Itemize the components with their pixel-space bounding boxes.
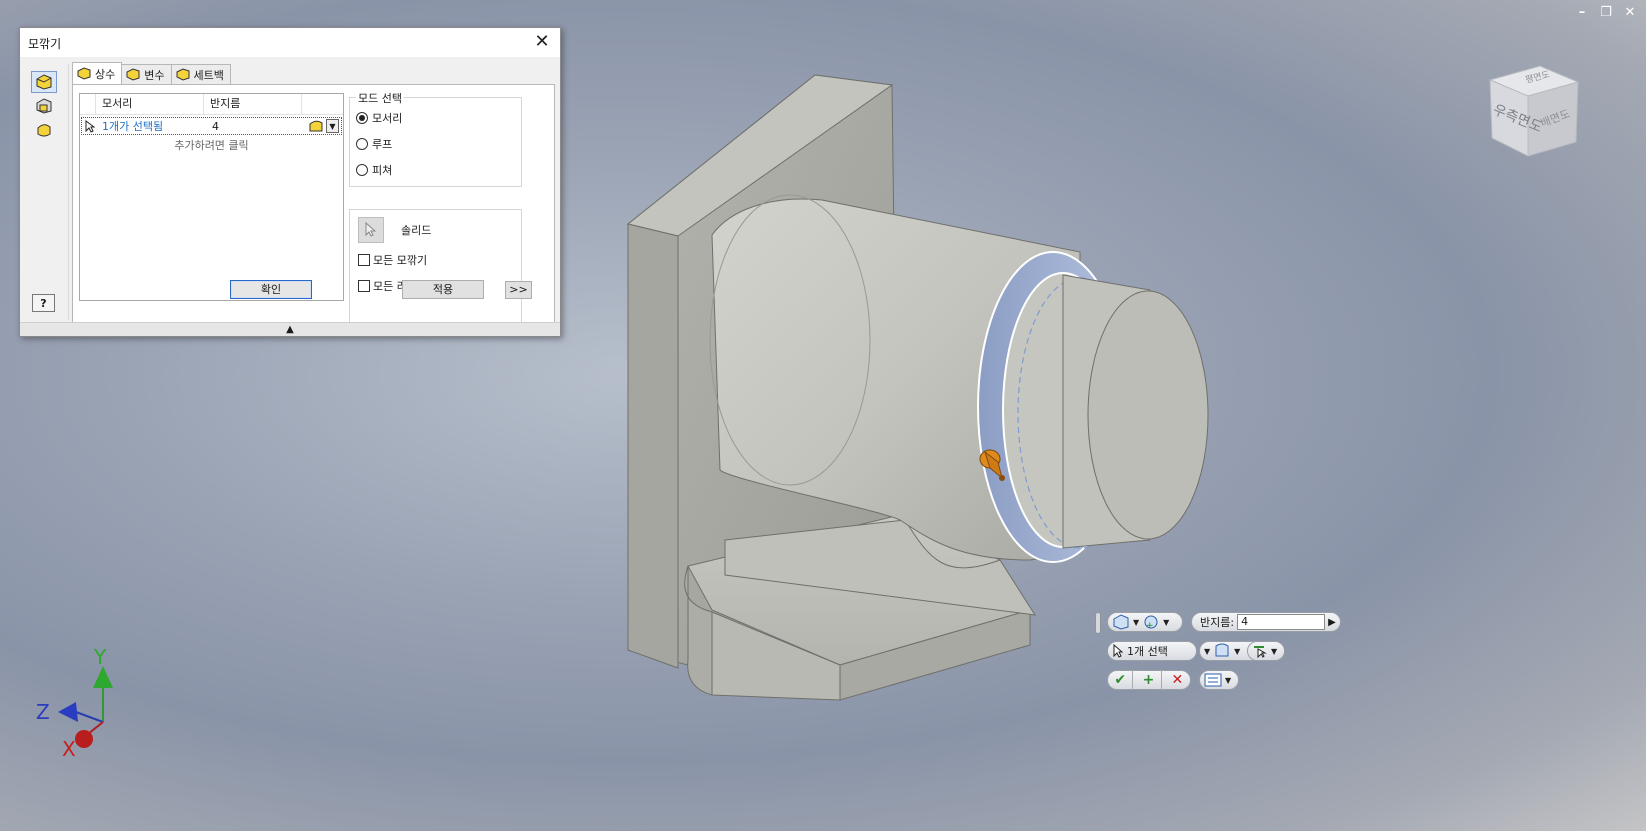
dialog-title: 모깎기 [28, 37, 62, 51]
edge-fillet-button[interactable] [31, 71, 57, 93]
chevron-down-icon[interactable]: ▼ [326, 119, 339, 133]
selection-count-label: 1개 선택 [1127, 645, 1168, 658]
setback-tab-icon [176, 68, 189, 81]
fillet-dialog: 모깎기 ✕ ? 상수 변수 세트백 모서리 반지름 1개가 선택됨 4 ▼ 추가… [19, 27, 561, 337]
grid-header-radius: 반지름 [204, 94, 302, 114]
fillet-style-icon [309, 120, 323, 132]
radio-edge[interactable]: 모서리 [356, 110, 402, 126]
chevron-down-icon[interactable]: ▼ [1133, 618, 1139, 627]
mode-select-title: 모드 선택 [356, 90, 404, 106]
cancel-button[interactable]: ✕ [1165, 670, 1190, 690]
filter-pill[interactable]: ▼ [1247, 641, 1285, 661]
edge-radius-grid[interactable]: 모서리 반지름 1개가 선택됨 4 ▼ 추가하려면 클릭 [79, 93, 344, 301]
radio-edge-circle[interactable] [356, 112, 368, 124]
radio-edge-label: 모서리 [372, 112, 403, 125]
ok-check-button[interactable]: ✔ [1108, 670, 1134, 690]
ok-button[interactable]: 확인 [230, 280, 312, 299]
radius-apply-arrow-icon[interactable]: ▶ [1328, 617, 1336, 628]
cursor-arrow-icon [365, 222, 377, 237]
add-row-hint[interactable]: 추가하려면 클릭 [80, 137, 343, 153]
collapse-bar[interactable]: ▲ [20, 322, 560, 336]
axis-z-label: Z [36, 700, 50, 724]
radio-feature[interactable]: 피쳐 [356, 162, 392, 178]
radio-feature-label: 피쳐 [372, 164, 393, 177]
fillet-tabs: 상수 변수 세트백 [72, 62, 231, 84]
radius-cell[interactable]: 4 [206, 120, 304, 133]
all-rounds-checkbox-box[interactable] [358, 280, 370, 292]
svg-text:+: + [1146, 621, 1154, 630]
chevron-down-icon[interactable]: ▼ [1204, 647, 1210, 656]
constant-tab-icon [77, 67, 91, 80]
radio-loop-label: 루프 [372, 138, 393, 151]
close-window-button[interactable]: ✕ [1622, 4, 1638, 20]
face-fillet-button[interactable] [31, 95, 57, 117]
tab-constant-label: 상수 [95, 67, 116, 81]
mode-select-group: 모드 선택 모서리 루프 피쳐 [349, 90, 522, 187]
options-menu-pill[interactable]: ▼ [1199, 670, 1239, 690]
full-round-fillet-button[interactable] [31, 119, 57, 141]
all-fillets-checkbox[interactable]: 모든 모깎기 [358, 252, 427, 268]
axis-triad [58, 666, 113, 748]
tab-constant[interactable]: 상수 [72, 62, 123, 84]
chevron-down-icon[interactable]: ▼ [1234, 647, 1240, 656]
all-fillets-checkbox-box[interactable] [358, 254, 370, 266]
selection-pill[interactable]: 1개 선택 [1107, 641, 1197, 661]
tab-setback[interactable]: 세트백 [170, 64, 231, 84]
chevron-down-icon[interactable]: ▼ [1163, 618, 1169, 627]
radius-pill: 반지름: 4 ▶ [1191, 612, 1341, 632]
tab-variable[interactable]: 변수 [121, 64, 172, 84]
edge-fillet-icon [36, 74, 52, 90]
action-pill: ✔ + ✕ [1107, 670, 1191, 690]
grid-header: 모서리 반지름 [80, 94, 343, 115]
window-controls: – ❐ ✕ [1574, 4, 1638, 20]
more-options-button[interactable]: >> [505, 281, 532, 299]
select-cursor-icon[interactable] [82, 119, 98, 133]
radio-loop[interactable]: 루프 [356, 136, 392, 152]
edges-cell[interactable]: 1개가 선택됨 [98, 118, 206, 134]
view-cube[interactable]: 평면도 우측면도 배면도 [1478, 60, 1588, 170]
mini-toolbar-grip[interactable] [1095, 612, 1101, 634]
axis-y-label: Y [94, 645, 107, 669]
help-button[interactable]: ? [32, 294, 55, 312]
dialog-titlebar[interactable]: 모깎기 ✕ [20, 28, 560, 57]
variable-tab-icon [126, 68, 140, 81]
all-fillets-label: 모든 모깎기 [373, 254, 428, 267]
chevron-down-icon[interactable]: ▼ [1271, 647, 1277, 656]
cursor-arrow-icon [1113, 644, 1124, 658]
solid-group: 솔리드 모든 모깎기 모든 라 [349, 209, 522, 329]
select-solid-button[interactable] [358, 217, 384, 243]
table-row[interactable]: 1개가 선택됨 4 ▼ [81, 117, 342, 135]
axis-x-label: X [62, 737, 76, 761]
radio-loop-circle[interactable] [356, 138, 368, 150]
apply-button[interactable]: 적용 [402, 280, 484, 299]
constant-tab-panel: 모서리 반지름 1개가 선택됨 4 ▼ 추가하려면 클릭 모드 선택 모서리 루… [72, 84, 555, 330]
full-round-fillet-icon [37, 124, 51, 137]
fillet-type-toolbar [31, 71, 58, 143]
fillet-type-pill[interactable]: ▼ + ▼ [1107, 612, 1183, 632]
row-style-picker[interactable]: ▼ [308, 118, 339, 134]
radio-feature-circle[interactable] [356, 164, 368, 176]
all-rounds-checkbox[interactable]: 모든 라 [358, 278, 407, 294]
collapse-icon[interactable]: ▲ [286, 324, 294, 335]
tab-variable-label: 변수 [144, 68, 165, 82]
select-mode-icon: + [1144, 615, 1158, 630]
solid-label: 솔리드 [401, 224, 432, 237]
chevron-down-icon[interactable]: ▼ [1225, 676, 1231, 685]
grid-header-edges: 모서리 [96, 94, 204, 114]
radius-label: 반지름: [1200, 616, 1235, 629]
face-fillet-icon [36, 98, 52, 114]
list-options-icon [1204, 673, 1222, 687]
filter-select-icon [1254, 646, 1267, 658]
restore-button[interactable]: ❐ [1598, 4, 1614, 20]
tab-setback-label: 세트백 [193, 68, 224, 82]
fillet-type-icon [1113, 614, 1129, 630]
cursor-arrow-icon [85, 119, 95, 133]
add-apply-button[interactable]: + [1136, 670, 1162, 690]
minimize-button[interactable]: – [1574, 4, 1590, 20]
radius-input[interactable]: 4 [1237, 614, 1326, 630]
chain-select-icon [1215, 643, 1229, 657]
side-separator [68, 64, 69, 320]
grid-header-blank [80, 94, 96, 114]
close-icon[interactable]: ✕ [532, 32, 552, 52]
